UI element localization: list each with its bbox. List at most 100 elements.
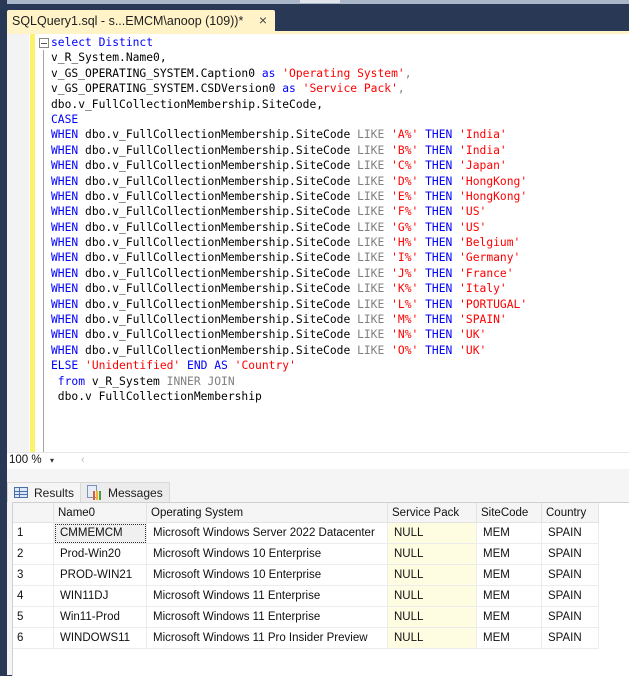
code-line[interactable]: WHEN dbo.v_FullCollectionMembership.Site… — [39, 158, 527, 173]
collapse-icon[interactable] — [39, 38, 49, 48]
cell-name0[interactable]: Win11-Prod — [53, 606, 147, 628]
column-header-name0[interactable]: Name0 — [53, 503, 147, 523]
column-header-country[interactable]: Country — [541, 503, 599, 523]
code-token: WHEN — [51, 328, 86, 342]
code-line[interactable]: WHEN dbo.v_FullCollectionMembership.Site… — [39, 143, 527, 158]
cell-sitecode[interactable]: MEM — [476, 543, 542, 565]
code-line[interactable]: WHEN dbo.v_FullCollectionMembership.Site… — [39, 204, 527, 219]
cell-country[interactable]: SPAIN — [541, 627, 599, 649]
cell-country[interactable]: SPAIN — [541, 522, 599, 544]
cell-country[interactable]: SPAIN — [541, 585, 599, 607]
code-token: THEN — [425, 128, 460, 142]
code-line[interactable]: v_R_System.Name0, — [39, 50, 527, 65]
tab-messages-label: Messages — [108, 485, 163, 500]
cell-country[interactable]: SPAIN — [541, 543, 599, 565]
code-line[interactable]: WHEN dbo.v_FullCollectionMembership.Site… — [39, 189, 527, 204]
code-line[interactable]: WHEN dbo.v_FullCollectionMembership.Site… — [39, 266, 527, 281]
code-token: WHEN — [51, 205, 86, 219]
cell-operating-system[interactable]: Microsoft Windows 11 Enterprise — [146, 585, 388, 607]
cell-sitecode[interactable]: MEM — [476, 627, 542, 649]
cell-sitecode[interactable]: MEM — [476, 585, 542, 607]
row-number[interactable]: 6 — [13, 627, 54, 649]
cell-name0[interactable]: WIN11DJ — [53, 585, 147, 607]
code-line[interactable]: v_GS_OPERATING_SYSTEM.Caption0 as 'Opera… — [39, 66, 527, 81]
code-line[interactable]: dbo.v_FullCollectionMembership.SiteCode, — [39, 97, 527, 112]
code-line[interactable]: WHEN dbo.v_FullCollectionMembership.Site… — [39, 127, 527, 142]
cell-service-pack[interactable]: NULL — [387, 543, 477, 565]
code-token: 'US' — [459, 205, 487, 219]
code-line[interactable]: WHEN dbo.v_FullCollectionMembership.Site… — [39, 220, 527, 235]
table-row[interactable]: 2 Prod-Win20 Microsoft Windows 10 Enterp… — [13, 543, 599, 565]
document-tab[interactable]: SQLQuery1.sql - s...EMCM\anoop (109))* × — [7, 10, 275, 31]
header-row: Name0 Operating System Service Pack Site… — [13, 503, 599, 523]
cell-name0[interactable]: CMMEMCM — [53, 522, 147, 544]
code-line[interactable]: from v_R_System INNER JOIN — [39, 374, 527, 389]
cell-sitecode[interactable]: MEM — [476, 522, 542, 544]
code-token: WHEN — [51, 143, 86, 157]
table-row[interactable]: 3 PROD-WIN21 Microsoft Windows 10 Enterp… — [13, 564, 599, 586]
column-header-sitecode[interactable]: SiteCode — [476, 503, 542, 523]
cell-service-pack[interactable]: NULL — [387, 522, 477, 544]
table-row[interactable]: 4 WIN11DJ Microsoft Windows 11 Enterpris… — [13, 585, 599, 607]
code-line[interactable]: WHEN dbo.v_FullCollectionMembership.Site… — [39, 312, 527, 327]
column-header-service-pack[interactable]: Service Pack — [387, 503, 477, 523]
tab-results[interactable]: Results — [7, 482, 82, 502]
code-line[interactable]: dbo.v FullCollectionMembership — [39, 389, 527, 404]
row-number[interactable]: 2 — [13, 543, 54, 565]
close-icon[interactable]: × — [259, 12, 267, 28]
tab-messages[interactable]: Messages — [80, 482, 170, 502]
results-grid[interactable]: Name0 Operating System Service Pack Site… — [12, 502, 629, 676]
table-row[interactable]: 5 Win11-Prod Microsoft Windows 11 Enterp… — [13, 606, 599, 628]
sql-editor[interactable]: select Distinct v_R_System.Name0, v_GS_OPE… — [7, 34, 629, 452]
code-token: 'O%' — [391, 343, 426, 357]
cell-name0[interactable]: Prod-Win20 — [53, 543, 147, 565]
table-row[interactable]: 1 CMMEMCM Microsoft Windows Server 2022 … — [13, 522, 599, 544]
cell-operating-system[interactable]: Microsoft Windows 10 Enterprise — [146, 564, 388, 586]
column-header-operating-system[interactable]: Operating System — [146, 503, 388, 523]
cell-operating-system[interactable]: Microsoft Windows 10 Enterprise — [146, 543, 388, 565]
code-token: THEN — [425, 251, 460, 265]
code-line[interactable]: CASE — [39, 112, 527, 127]
code-line[interactable]: WHEN dbo.v_FullCollectionMembership.Site… — [39, 235, 527, 250]
code-token: LIKE — [357, 236, 392, 250]
code-token: 'UK' — [459, 343, 487, 357]
cell-service-pack[interactable]: NULL — [387, 564, 477, 586]
code-line[interactable]: WHEN dbo.v_FullCollectionMembership.Site… — [39, 297, 527, 312]
table-row[interactable]: 6 WINDOWS11 Microsoft Windows 11 Pro Ins… — [13, 627, 599, 649]
cell-sitecode[interactable]: MEM — [476, 564, 542, 586]
code-token: WHEN — [51, 343, 86, 357]
code-line[interactable]: WHEN dbo.v_FullCollectionMembership.Site… — [39, 174, 527, 189]
cell-service-pack[interactable]: NULL — [387, 627, 477, 649]
code-area[interactable]: select Distinct v_R_System.Name0, v_GS_OPE… — [39, 35, 527, 404]
scroll-left-icon[interactable]: ‹ — [81, 454, 85, 466]
cell-operating-system[interactable]: Microsoft Windows Server 2022 Datacenter — [146, 522, 388, 544]
cell-name0[interactable]: WINDOWS11 — [53, 627, 147, 649]
zoom-dropdown[interactable]: 100 % ▾ — [9, 454, 67, 468]
cell-operating-system[interactable]: Microsoft Windows 11 Enterprise — [146, 606, 388, 628]
code-line[interactable]: v_GS_OPERATING_SYSTEM.CSDVersion0 as 'Se… — [39, 81, 527, 96]
code-token: LIKE — [357, 328, 392, 342]
code-line[interactable]: select Distinct — [39, 35, 527, 50]
code-line[interactable]: WHEN dbo.v_FullCollectionMembership.Site… — [39, 327, 527, 342]
cell-name0[interactable]: PROD-WIN21 — [53, 564, 147, 586]
cell-country[interactable]: SPAIN — [541, 606, 599, 628]
cell-country[interactable]: SPAIN — [541, 564, 599, 586]
row-number[interactable]: 4 — [13, 585, 54, 607]
column-header-rownum[interactable] — [13, 503, 54, 523]
code-line[interactable]: WHEN dbo.v_FullCollectionMembership.Site… — [39, 281, 527, 296]
code-line[interactable]: ELSE 'Unidentified' END AS 'Country' — [39, 358, 527, 373]
code-token: WHEN — [51, 189, 86, 203]
code-token: THEN — [425, 297, 460, 311]
code-token: dbo.v_FullCollectionMembership.SiteCode — [85, 174, 358, 188]
cell-sitecode[interactable]: MEM — [476, 606, 542, 628]
row-number[interactable]: 5 — [13, 606, 54, 628]
row-number[interactable]: 3 — [13, 564, 54, 586]
code-line[interactable]: WHEN dbo.v_FullCollectionMembership.Site… — [39, 343, 527, 358]
code-token: , — [404, 66, 412, 80]
cell-service-pack[interactable]: NULL — [387, 585, 477, 607]
cell-operating-system[interactable]: Microsoft Windows 11 Pro Insider Preview — [146, 627, 388, 649]
code-line[interactable]: WHEN dbo.v_FullCollectionMembership.Site… — [39, 250, 527, 265]
cell-service-pack[interactable]: NULL — [387, 606, 477, 628]
row-number[interactable]: 1 — [13, 522, 54, 544]
code-token: THEN — [425, 236, 460, 250]
